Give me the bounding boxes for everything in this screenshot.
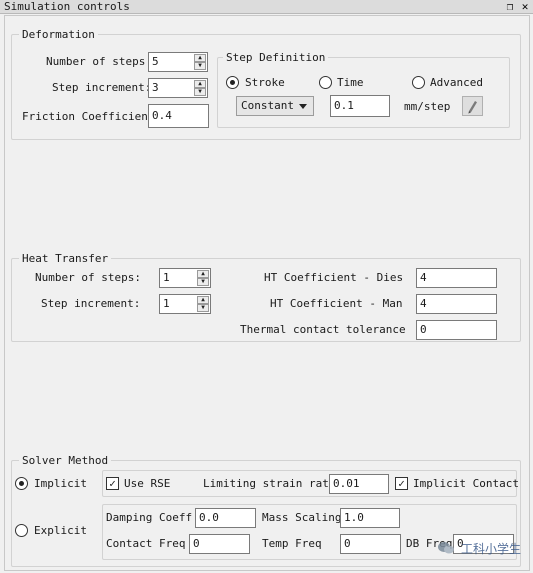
ht-increment-value: 1 bbox=[163, 297, 170, 310]
deform-increment-label: Step increment: bbox=[52, 81, 152, 94]
explicit-radio[interactable] bbox=[15, 524, 28, 537]
advanced-label: Advanced bbox=[430, 76, 483, 89]
step-mode-value: Constant bbox=[241, 99, 294, 112]
checkmark-icon: ✓ bbox=[398, 477, 405, 490]
spin-buttons: ▲ ▼ bbox=[194, 80, 206, 96]
implicit-contact-checkbox[interactable]: ✓ bbox=[395, 477, 408, 490]
mass-scaling-input[interactable]: 1.0 bbox=[340, 508, 400, 528]
implicit-contact-label: Implicit Contact bbox=[413, 477, 519, 490]
close-icon[interactable]: ✕ bbox=[518, 0, 532, 13]
watermark: 工科小学生 bbox=[437, 540, 521, 557]
use-rse-checkbox[interactable]: ✓ bbox=[106, 477, 119, 490]
limiting-strain-label: Limiting strain rate bbox=[203, 477, 336, 490]
time-label: Time bbox=[337, 76, 364, 89]
advanced-radio[interactable] bbox=[412, 76, 425, 89]
ht-dies-input[interactable]: 4 bbox=[416, 268, 497, 288]
time-radio[interactable] bbox=[319, 76, 332, 89]
deformation-title: Deformation bbox=[19, 28, 98, 41]
ht-steps-label: Number of steps: bbox=[35, 271, 141, 284]
spin-up-icon[interactable]: ▲ bbox=[194, 80, 206, 88]
ht-increment-spinbox[interactable]: 1 ▲ ▼ bbox=[159, 294, 211, 314]
chevron-down-icon bbox=[299, 104, 307, 109]
ht-steps-value: 1 bbox=[163, 271, 170, 284]
deform-steps-label: Number of steps: bbox=[46, 55, 152, 68]
tolerance-input[interactable]: 0 bbox=[416, 320, 497, 340]
deform-increment-value: 3 bbox=[152, 81, 159, 94]
spin-down-icon[interactable]: ▼ bbox=[197, 278, 209, 286]
contact-freq-input[interactable]: 0 bbox=[189, 534, 250, 554]
tolerance-label: Thermal contact tolerance bbox=[240, 323, 406, 336]
implicit-label: Implicit bbox=[34, 477, 87, 490]
spin-up-icon[interactable]: ▲ bbox=[197, 296, 209, 304]
spin-buttons: ▲ ▼ bbox=[197, 296, 209, 312]
friction-label: Friction Coefficient bbox=[22, 110, 155, 123]
restore-icon[interactable]: ❐ bbox=[503, 0, 517, 13]
step-unit-label: mm/step bbox=[404, 100, 451, 113]
step-amount-input[interactable]: 0.1 bbox=[330, 95, 390, 117]
use-rse-label: Use RSE bbox=[124, 477, 171, 490]
wechat-icon bbox=[437, 542, 454, 554]
spin-up-icon[interactable]: ▲ bbox=[197, 270, 209, 278]
ht-dies-label: HT Coefficient - Dies bbox=[264, 271, 404, 284]
stroke-radio[interactable] bbox=[226, 76, 239, 89]
window-title: Simulation controls bbox=[4, 0, 130, 13]
explicit-label: Explicit bbox=[34, 524, 87, 537]
damping-input[interactable]: 0.0 bbox=[195, 508, 256, 528]
implicit-radio[interactable] bbox=[15, 477, 28, 490]
spin-down-icon[interactable]: ▼ bbox=[194, 62, 206, 70]
damping-label: Damping Coeff bbox=[106, 511, 193, 524]
friction-input[interactable]: 0.4 bbox=[148, 104, 209, 128]
step-mode-dropdown[interactable]: Constant bbox=[236, 96, 314, 116]
ht-man-label: HT Coefficient - Man bbox=[270, 297, 403, 310]
heat-transfer-title: Heat Transfer bbox=[19, 252, 112, 265]
pencil-icon bbox=[468, 101, 477, 114]
stroke-label: Stroke bbox=[245, 76, 285, 89]
mass-scaling-label: Mass Scaling bbox=[262, 511, 342, 524]
spin-buttons: ▲ ▼ bbox=[194, 54, 206, 70]
step-definition-group bbox=[217, 57, 510, 128]
watermark-text: 工科小学生 bbox=[460, 542, 521, 556]
spin-up-icon[interactable]: ▲ bbox=[194, 54, 206, 62]
deform-steps-value: 5 bbox=[152, 55, 159, 68]
ht-man-input[interactable]: 4 bbox=[416, 294, 497, 314]
deform-increment-spinbox[interactable]: 3 ▲ ▼ bbox=[148, 78, 208, 98]
temp-freq-label: Temp Freq bbox=[262, 537, 322, 550]
spin-down-icon[interactable]: ▼ bbox=[194, 88, 206, 96]
solver-method-title: Solver Method bbox=[19, 454, 112, 467]
spin-buttons: ▲ ▼ bbox=[197, 270, 209, 286]
temp-freq-input[interactable]: 0 bbox=[340, 534, 401, 554]
checkmark-icon: ✓ bbox=[109, 477, 116, 490]
deform-steps-spinbox[interactable]: 5 ▲ ▼ bbox=[148, 52, 208, 72]
spin-down-icon[interactable]: ▼ bbox=[197, 304, 209, 312]
step-definition-title: Step Definition bbox=[223, 51, 329, 64]
ht-steps-spinbox[interactable]: 1 ▲ ▼ bbox=[159, 268, 211, 288]
contact-freq-label: Contact Freq bbox=[106, 537, 186, 550]
ht-increment-label: Step increment: bbox=[41, 297, 141, 310]
limiting-strain-input[interactable]: 0.01 bbox=[329, 474, 389, 494]
edit-button[interactable] bbox=[462, 96, 483, 116]
